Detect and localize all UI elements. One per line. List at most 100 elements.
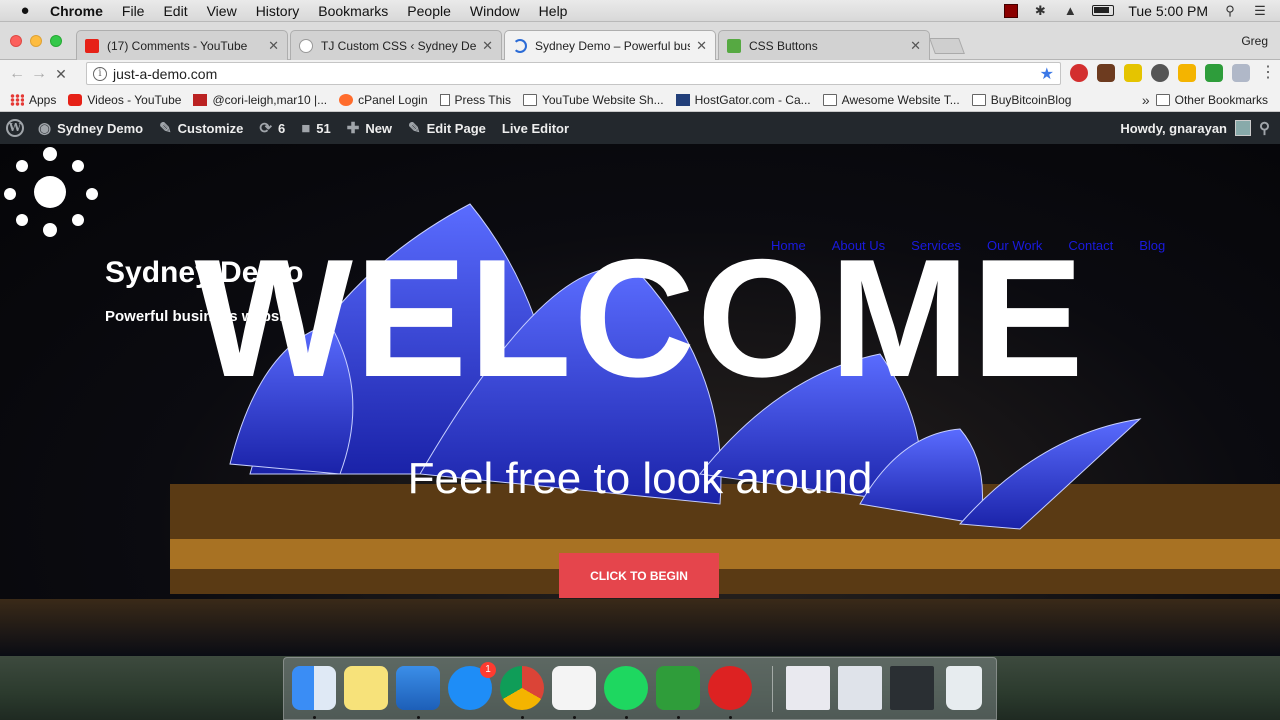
profile-button[interactable]: Greg [1241, 34, 1268, 48]
close-window-button[interactable] [10, 35, 22, 47]
notification-center-icon[interactable]: ☰ [1252, 3, 1268, 18]
notes-icon[interactable] [344, 666, 388, 710]
extension-icon[interactable] [1070, 64, 1088, 82]
document-thumbnail-icon[interactable] [838, 666, 882, 710]
wp-howdy[interactable]: Howdy, gnarayan [1120, 121, 1227, 136]
wp-live-editor[interactable]: Live Editor [494, 121, 577, 136]
bookmark-label: Videos - YouTube [87, 92, 182, 107]
screenshot-thumbnail-icon[interactable] [890, 666, 934, 710]
bookmark-press-this[interactable]: Press This [439, 93, 511, 107]
wifi-icon[interactable]: ▲ [1062, 3, 1078, 18]
loading-icon [513, 39, 527, 53]
finder-icon[interactable] [292, 666, 336, 710]
wp-site-label: Sydney Demo [57, 120, 144, 136]
extension-icon[interactable] [1178, 64, 1196, 82]
wp-updates-count: 6 [277, 120, 286, 136]
wp-customize-label: Customize [177, 120, 244, 136]
recording-icon[interactable] [1004, 3, 1019, 18]
bookmark-cpanel[interactable]: cPanel Login [339, 93, 428, 107]
apps-icon [10, 93, 24, 106]
bookmark-other[interactable]: Other Bookmarks [1155, 93, 1268, 107]
forward-arrow-icon[interactable]: → [28, 65, 50, 83]
site-info-icon[interactable]: i [93, 66, 107, 81]
bol-icon[interactable] [708, 666, 752, 710]
camtasia-icon[interactable] [656, 666, 700, 710]
apple-icon[interactable]: ● [0, 2, 50, 19]
close-tab-icon[interactable]: ✕ [482, 38, 493, 54]
spotlight-search-icon[interactable]: ⚲ [1222, 3, 1238, 18]
stop-loading-icon[interactable]: ✕ [50, 66, 72, 83]
document-icon [439, 93, 450, 106]
clock[interactable]: Tue 5:00 PM [1128, 3, 1208, 19]
chrome-icon[interactable] [500, 666, 544, 710]
textedit-icon[interactable] [552, 666, 596, 710]
running-indicator [729, 716, 732, 719]
bookmark-hostgator[interactable]: HostGator.com - Ca... [675, 92, 811, 107]
extension-icon[interactable] [1124, 64, 1142, 82]
menu-edit[interactable]: Edit [163, 3, 187, 19]
menu-chrome[interactable]: Chrome [50, 3, 103, 19]
bookmark-star-icon[interactable]: ★ [1040, 64, 1054, 84]
extension-icon[interactable] [1151, 64, 1169, 82]
wp-edit-page[interactable]: ✎ Edit Page [400, 119, 494, 137]
click-to-begin-button[interactable]: CLICK TO BEGIN [559, 553, 719, 598]
wordpress-logo-icon[interactable]: W [6, 119, 24, 137]
wp-comments-count: 51 [316, 120, 331, 136]
wp-site-name[interactable]: ◉ Sydney Demo [30, 119, 151, 137]
menu-window[interactable]: Window [470, 3, 520, 19]
tab-sydney-demo[interactable]: Sydney Demo – Powerful business ✕ [504, 30, 716, 61]
url-text[interactable]: just-a-demo.com [113, 66, 217, 82]
bookmark-apps[interactable]: Apps [10, 93, 56, 107]
close-tab-icon[interactable]: ✕ [268, 38, 279, 54]
wp-new[interactable]: ✚ New [339, 119, 400, 137]
menu-help[interactable]: Help [539, 3, 568, 19]
close-tab-icon[interactable]: ✕ [910, 38, 921, 54]
bookmark-label: HostGator.com - Ca... [694, 92, 811, 107]
brush-icon: ✎ [159, 120, 172, 137]
tab-youtube-comments[interactable]: (17) Comments - YouTube ✕ [76, 30, 288, 60]
spotify-icon[interactable] [604, 666, 648, 710]
wp-updates[interactable]: ⟳ 6 [251, 119, 293, 137]
keynote-icon[interactable] [396, 666, 440, 710]
minimize-window-button[interactable] [30, 35, 42, 47]
hostgator-icon [675, 93, 690, 106]
bookmark-youtube-website[interactable]: YouTube Website Sh... [522, 93, 664, 107]
bluetooth-icon[interactable]: ✱ [1032, 3, 1048, 18]
tab-strip: (17) Comments - YouTube ✕ TJ Custom CSS … [0, 22, 1280, 61]
updates-icon: ⟳ [259, 120, 272, 137]
address-bar[interactable]: i just-a-demo.com ★ [86, 62, 1061, 85]
mac-menu-bar: ● Chrome File Edit View History Bookmark… [0, 0, 1280, 22]
tab-css-buttons[interactable]: CSS Buttons ✕ [718, 30, 930, 60]
hero-headline: WELCOME [194, 224, 1086, 412]
extension-icon[interactable] [1097, 64, 1115, 82]
close-tab-icon[interactable]: ✕ [696, 38, 707, 54]
new-tab-button[interactable] [929, 38, 965, 54]
zoom-window-button[interactable] [50, 35, 62, 47]
wp-customize[interactable]: ✎ Customize [151, 119, 251, 137]
bookmark-buybitcoinblog[interactable]: BuyBitcoinBlog [971, 93, 1071, 107]
menu-history[interactable]: History [256, 3, 300, 19]
back-arrow-icon[interactable]: ← [6, 65, 28, 83]
menu-bookmarks[interactable]: Bookmarks [318, 3, 388, 19]
document-thumbnail-icon[interactable] [786, 666, 830, 710]
battery-icon[interactable] [1092, 5, 1115, 16]
menu-file[interactable]: File [122, 3, 145, 19]
extension-icon[interactable] [1205, 64, 1223, 82]
css-icon [727, 38, 741, 53]
tab-custom-css[interactable]: TJ Custom CSS ‹ Sydney Demo ✕ [290, 30, 502, 60]
avatar[interactable] [1235, 120, 1251, 136]
bookmark-cori-leigh[interactable]: @cori-leigh,mar10 |... [193, 93, 327, 107]
extension-icon[interactable] [1232, 64, 1250, 82]
trash-icon[interactable] [946, 666, 982, 710]
more-bookmarks-chevron-icon[interactable]: » [1142, 92, 1150, 108]
wp-comments[interactable]: ■ 51 [293, 120, 339, 137]
plus-icon: ✚ [346, 120, 360, 137]
pencil-icon: ✎ [408, 120, 421, 137]
running-indicator [521, 716, 524, 719]
chrome-menu-icon[interactable]: ⋮ [1259, 64, 1277, 82]
bookmark-awesome-website[interactable]: Awesome Website T... [822, 93, 960, 107]
bookmark-videos-youtube[interactable]: Videos - YouTube [68, 93, 181, 107]
menu-view[interactable]: View [207, 3, 237, 19]
wp-search-icon[interactable]: ⚲ [1259, 119, 1280, 137]
menu-people[interactable]: People [407, 3, 451, 19]
